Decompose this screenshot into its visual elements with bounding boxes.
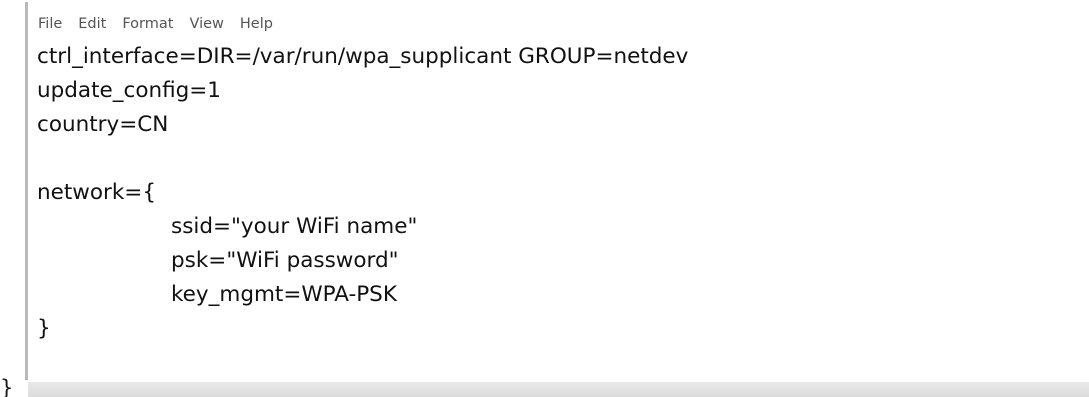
editor-line: psk="WiFi password" bbox=[171, 248, 399, 273]
editor-line: key_mgmt=WPA-PSK bbox=[171, 282, 397, 307]
menu-view[interactable]: View bbox=[189, 16, 223, 32]
menu-bar: File Edit Format View Help bbox=[38, 12, 273, 36]
editor-line: ssid="your WiFi name" bbox=[171, 214, 418, 239]
stray-brace-text: } bbox=[0, 376, 14, 397]
editor-line: ctrl_interface=DIR=/var/run/wpa_supplica… bbox=[37, 44, 689, 69]
menu-help[interactable]: Help bbox=[240, 16, 273, 32]
text-editor-area[interactable]: ctrl_interface=DIR=/var/run/wpa_supplica… bbox=[32, 40, 1089, 380]
menu-file[interactable]: File bbox=[38, 16, 62, 32]
menu-edit[interactable]: Edit bbox=[78, 16, 106, 32]
notepad-window: File Edit Format View Help ctrl_interfac… bbox=[0, 0, 1089, 397]
editor-line: network={ bbox=[37, 180, 157, 205]
menu-format[interactable]: Format bbox=[122, 16, 173, 32]
editor-line: update_config=1 bbox=[37, 78, 221, 103]
editor-line: country=CN bbox=[37, 112, 169, 137]
window-bottom-edge bbox=[28, 382, 1089, 397]
window-left-border bbox=[25, 2, 28, 380]
editor-line: } bbox=[37, 316, 51, 341]
